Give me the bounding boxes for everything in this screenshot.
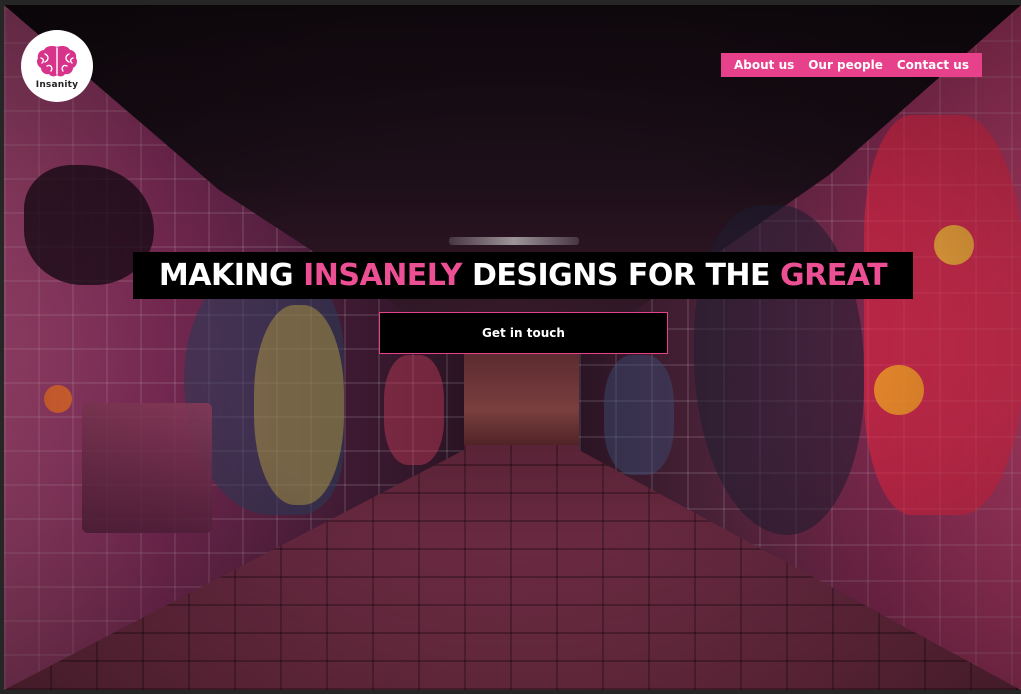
- hero-headline: MAKING INSANELY DESIGNS FOR THE GREAT: [133, 252, 913, 299]
- brain-icon: [37, 46, 77, 77]
- headline-part-great: GREAT: [780, 257, 888, 293]
- headline-part-making: MAKING: [158, 257, 294, 293]
- nav-about-us[interactable]: About us: [734, 58, 794, 72]
- headline-part-designs-for-the: DESIGNS FOR THE: [471, 257, 771, 293]
- logo-text: Insanity: [35, 80, 79, 90]
- nav-contact-us[interactable]: Contact us: [897, 58, 969, 72]
- cta-label: Get in touch: [482, 326, 565, 340]
- headline-part-insanely: INSANELY: [303, 257, 462, 293]
- nav-our-people[interactable]: Our people: [808, 58, 883, 72]
- get-in-touch-button[interactable]: Get in touch: [379, 312, 668, 354]
- main-nav: About us Our people Contact us: [721, 53, 982, 77]
- hero-section: Insanity About us Our people Contact us …: [4, 5, 1021, 690]
- site-logo[interactable]: Insanity: [21, 30, 93, 102]
- browser-viewport: Insanity About us Our people Contact us …: [0, 0, 1021, 694]
